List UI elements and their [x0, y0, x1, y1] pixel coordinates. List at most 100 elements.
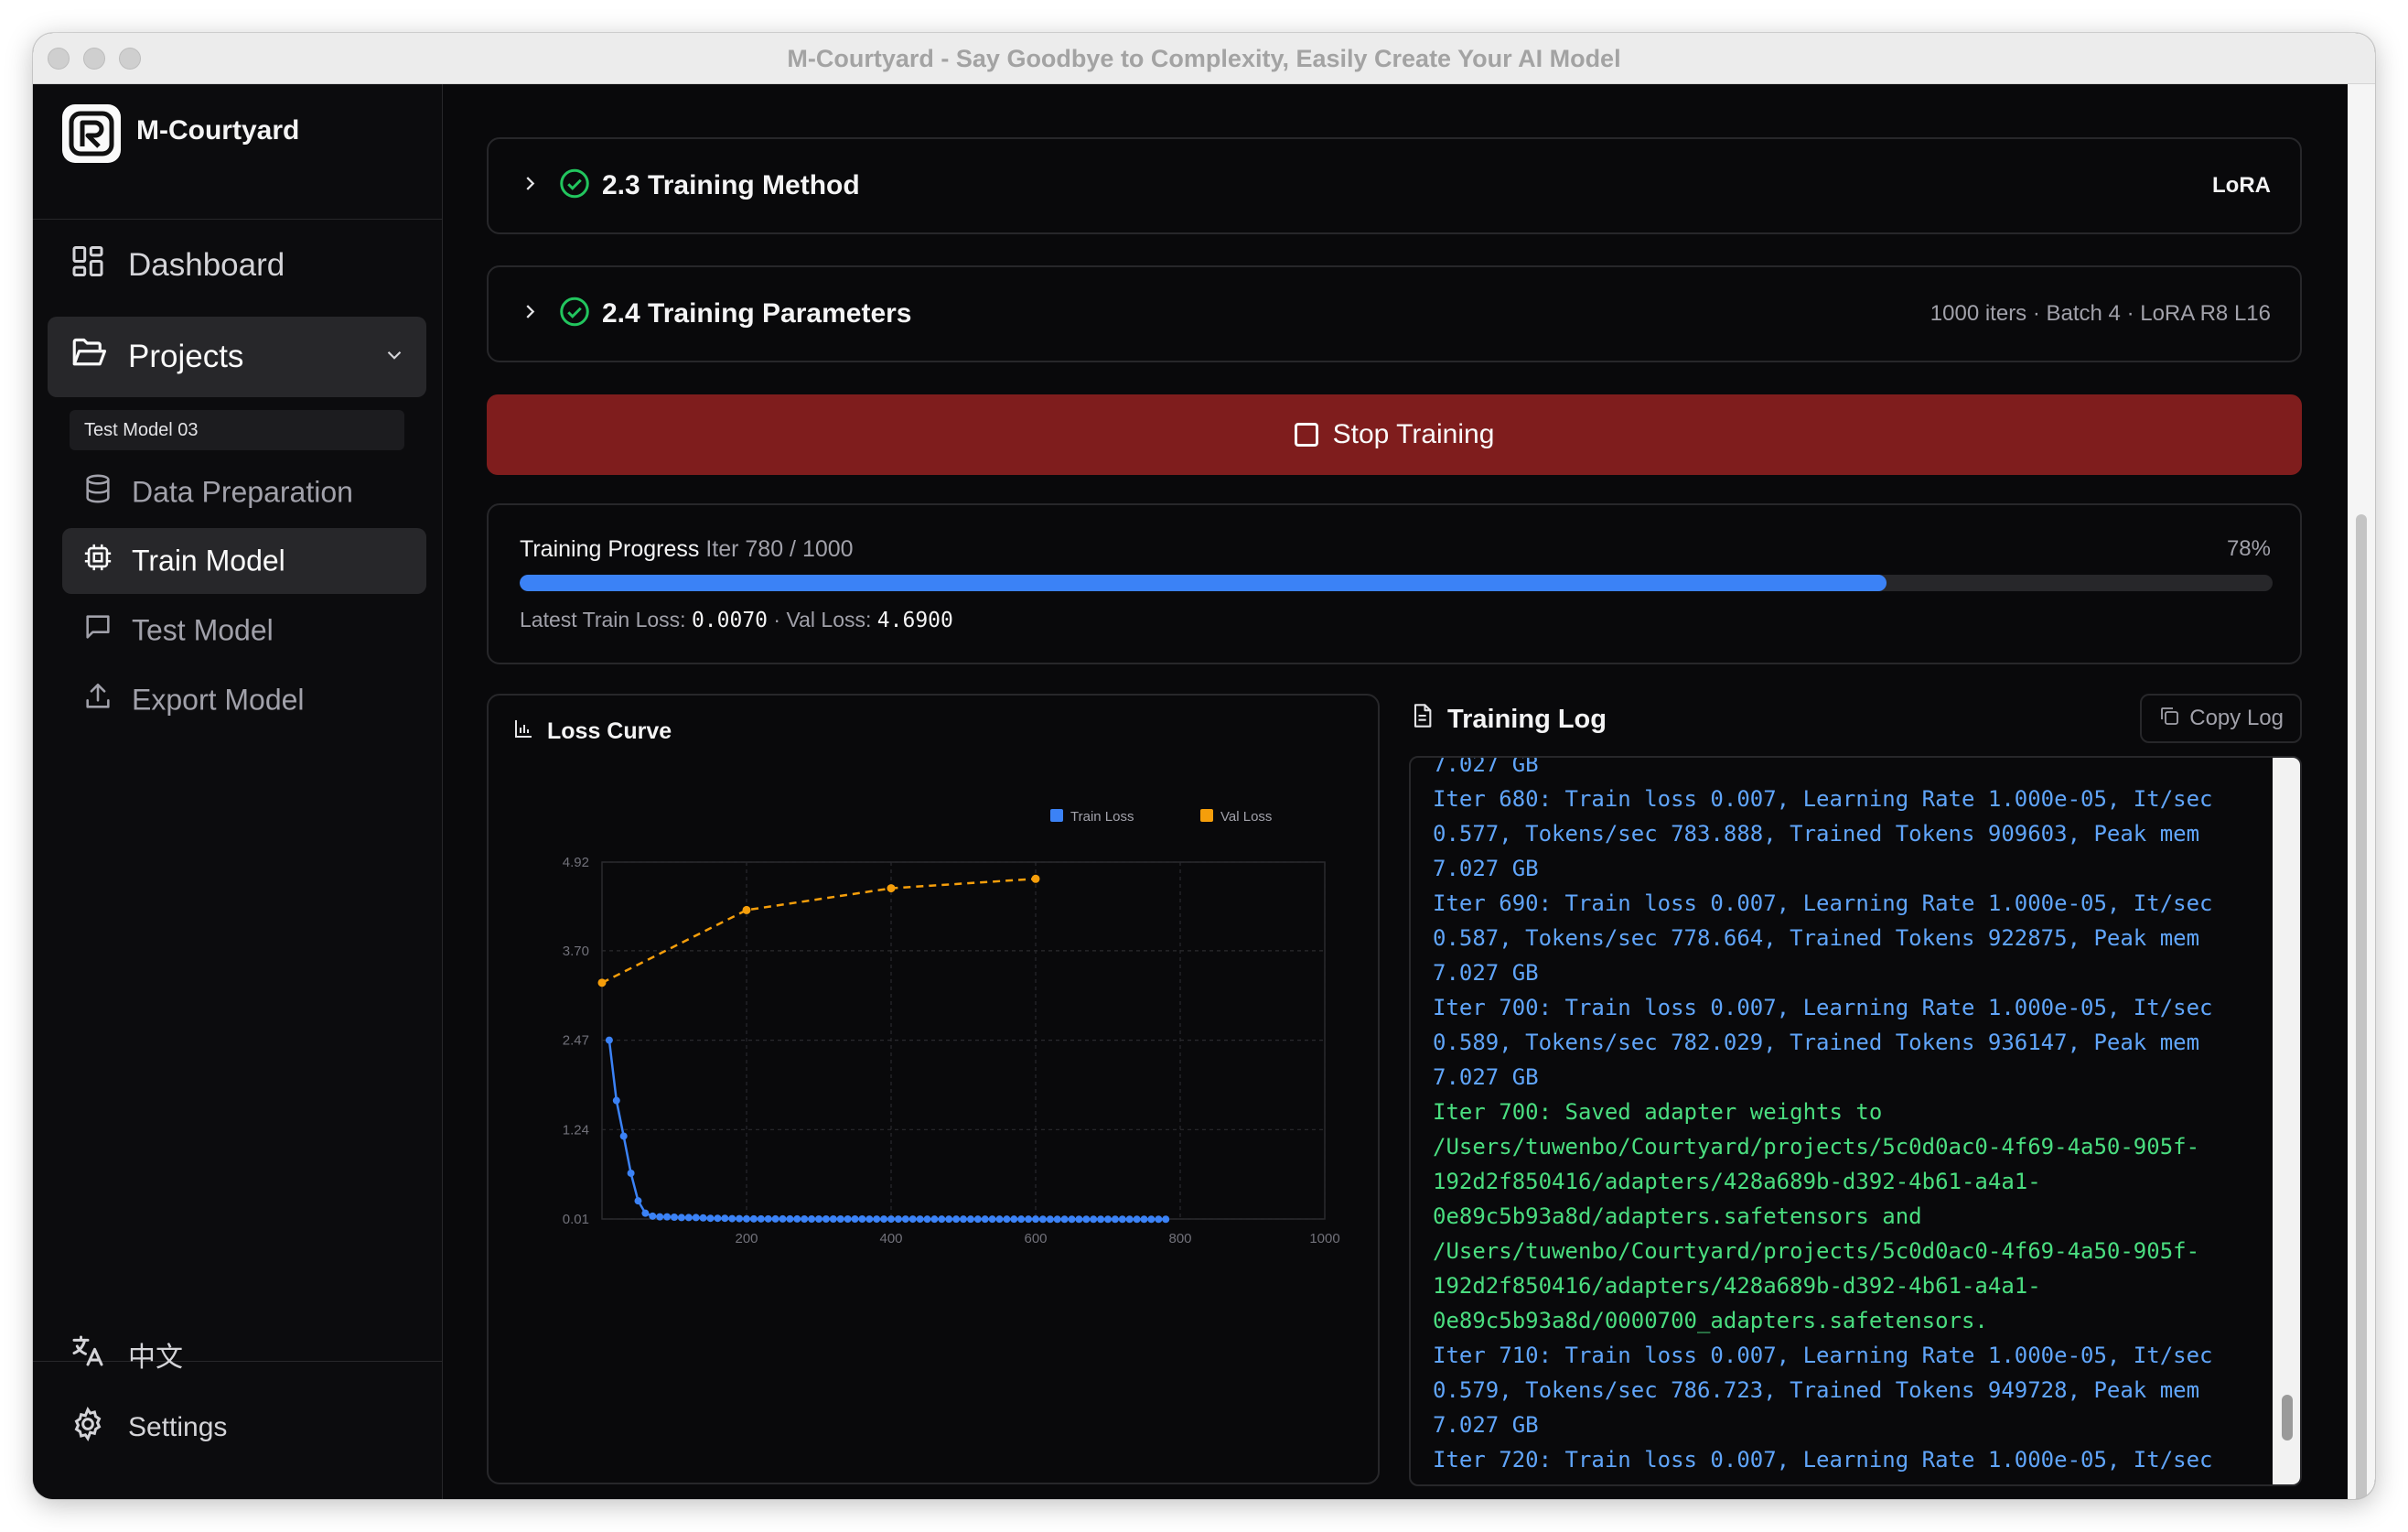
log-line: Iter 710: Train loss 0.007, Learning Rat…: [1433, 1343, 2213, 1368]
message-icon: [82, 611, 113, 650]
x-tick-label: 200: [735, 1231, 758, 1246]
log-line: 7.027 GB: [1433, 1064, 1539, 1090]
main-content: 2.3 Training Method LoRA 2.4 Training Pa…: [443, 84, 2375, 1499]
y-tick-label: 1.24: [563, 1122, 589, 1138]
progress-bar-fill: [520, 575, 1887, 591]
data-point: [634, 1197, 642, 1205]
upload-icon: [82, 681, 113, 719]
stop-square-icon: [1294, 423, 1318, 447]
log-lines: 7.027 GB Iter 680: Train loss 0.007, Lear…: [1433, 756, 2256, 1484]
training-log-output[interactable]: 7.027 GB Iter 680: Train loss 0.007, Lear…: [1409, 756, 2302, 1486]
legend-swatch: [1050, 809, 1063, 822]
log-scrollbar[interactable]: [2273, 758, 2300, 1484]
chevron-right-icon[interactable]: [520, 174, 540, 199]
data-point: [887, 884, 896, 893]
data-point: [844, 1215, 852, 1223]
log-line: 0.579, Tokens/sec 786.723, Trained Token…: [1433, 1377, 2200, 1403]
data-point: [1068, 1215, 1076, 1224]
copy-log-button[interactable]: Copy Log: [2140, 694, 2302, 743]
sidebar-item-train-model[interactable]: Train Model: [62, 528, 426, 594]
training-progress-card: Training Progress Iter 780 / 1000 78% La…: [487, 503, 2302, 664]
data-point: [736, 1214, 744, 1223]
data-point: [1155, 1215, 1163, 1224]
sidebar-item-test-model[interactable]: Test Model: [62, 598, 426, 664]
log-line: 0e89c5b93a8d/0000700_adapters.safetensor…: [1433, 1308, 1988, 1333]
data-point: [988, 1215, 996, 1224]
data-point: [1097, 1215, 1105, 1224]
data-point: [923, 1215, 931, 1224]
chevron-down-icon[interactable]: [382, 339, 406, 375]
latest-loss: Latest Train Loss: 0.0070 · Val Loss: 4.…: [520, 608, 953, 632]
copy-icon: [2158, 705, 2180, 733]
nav-dashboard[interactable]: Dashboard: [48, 232, 426, 298]
sidebar-item-label: Test Model: [132, 613, 274, 647]
data-point: [1118, 1215, 1126, 1224]
data-point: [706, 1214, 715, 1223]
data-point: [894, 1215, 902, 1224]
series-line-val-loss: [601, 878, 1037, 984]
data-point: [612, 1096, 620, 1105]
data-point: [1017, 1215, 1026, 1224]
data-point: [1038, 1215, 1047, 1224]
data-point: [815, 1215, 822, 1223]
data-point: [930, 1215, 939, 1224]
data-point: [786, 1214, 794, 1223]
data-point: [1133, 1215, 1141, 1224]
log-title: Training Log: [1447, 704, 1607, 734]
main-scrollbar[interactable]: [2348, 84, 2375, 1499]
sidebar-item-data-preparation[interactable]: Data Preparation: [62, 459, 426, 525]
stop-training-button[interactable]: Stop Training: [487, 394, 2302, 475]
log-line: 192d2f850416/adapters/428a689b-d392-4b61…: [1433, 1273, 2041, 1299]
database-icon: [82, 473, 113, 512]
data-point: [743, 1214, 750, 1223]
y-tick-label: 0.01: [563, 1212, 589, 1227]
progress-percent: 78%: [2226, 536, 2271, 561]
progress-title: Training Progress Iter 780 / 1000: [520, 536, 854, 563]
nav-projects[interactable]: Projects: [48, 317, 426, 397]
data-point: [742, 905, 751, 914]
section-title: 2.3 Training Method: [602, 170, 860, 200]
data-point: [916, 1215, 924, 1224]
section-training-method[interactable]: 2.3 Training Method LoRA: [487, 137, 2302, 234]
data-point: [1090, 1215, 1098, 1224]
data-point: [671, 1214, 678, 1222]
main-scrollbar-thumb[interactable]: [2356, 514, 2367, 1499]
data-point: [945, 1215, 953, 1224]
data-point: [1053, 1215, 1061, 1224]
sidebar-item-label: Train Model: [132, 544, 285, 577]
x-tick-label: 400: [879, 1231, 902, 1246]
data-point: [858, 1215, 866, 1223]
data-point: [880, 1215, 888, 1224]
log-line: 0.587, Tokens/sec 778.664, Trained Token…: [1433, 925, 2200, 951]
section-summary: LoRA: [2212, 173, 2271, 198]
data-point: [836, 1215, 844, 1223]
data-point: [938, 1215, 946, 1224]
log-line: 7.027 GB: [1433, 756, 1539, 777]
log-line: 7.027 GB: [1433, 960, 1539, 986]
data-point: [728, 1214, 736, 1223]
loss-curve-chart: 4.92 3.70 2.47 1.24 0.01 200 400 600 800 1000 Trai…: [563, 809, 1340, 1246]
log-line: 0e89c5b93a8d/adapters.safetensors and: [1433, 1203, 1922, 1229]
loss-curve-card: Loss Curve 4.92 3.70 2.47 1.24 0.01 200 400 600…: [487, 694, 1380, 1484]
data-point: [822, 1215, 830, 1223]
sidebar-item-export-model[interactable]: Export Model: [62, 667, 426, 733]
data-point: [714, 1214, 722, 1223]
data-point: [1162, 1215, 1170, 1224]
sidebar-item-label: Export Model: [132, 683, 305, 717]
chevron-right-icon[interactable]: [520, 302, 540, 327]
x-tick-label: 800: [1168, 1231, 1191, 1246]
data-point: [1125, 1215, 1134, 1224]
log-scrollbar-thumb[interactable]: [2282, 1395, 2293, 1440]
log-line: /Users/tuwenbo/Courtyard/projects/5c0d0a…: [1433, 1238, 2200, 1264]
data-point: [627, 1169, 635, 1177]
log-line: 7.027 GB: [1433, 856, 1539, 881]
section-training-parameters[interactable]: 2.4 Training Parameters 1000 iters · Bat…: [487, 265, 2302, 362]
language-toggle[interactable]: 中文: [70, 1327, 183, 1382]
settings-link[interactable]: Settings: [70, 1400, 227, 1455]
data-point: [757, 1214, 765, 1223]
data-point: [1075, 1215, 1083, 1224]
log-line: Iter 690: Train loss 0.007, Learning Rat…: [1433, 890, 2213, 916]
data-point: [641, 1209, 650, 1217]
cpu-icon: [82, 542, 113, 580]
data-point: [801, 1215, 809, 1223]
